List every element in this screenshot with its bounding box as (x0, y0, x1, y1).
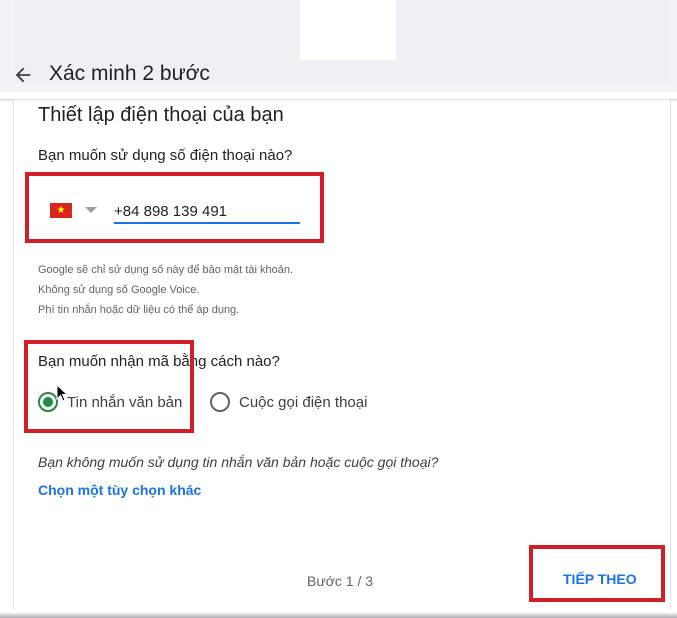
voice-call-radio[interactable] (210, 392, 230, 412)
phone-question: Bạn muốn sử dụng số điện thoại nào? (38, 147, 293, 164)
voice-call-radio-label[interactable]: Cuộc gọi điện thoại (239, 394, 367, 411)
phone-highlight-box (25, 172, 324, 243)
method-highlight-box (24, 340, 194, 433)
next-highlight-box (529, 545, 665, 602)
help-text-line: Phí tin nhắn hoặc dữ liệu có thể áp dụng… (38, 304, 240, 316)
banner-illustration (300, 0, 396, 60)
alternative-question: Bạn không muốn sử dụng tin nhắn văn bản … (38, 454, 439, 470)
bottom-edge (0, 612, 677, 618)
help-text-line: Không sử dụng số Google Voice. (38, 284, 200, 296)
section-title: Thiết lập điện thoại của bạn (38, 104, 284, 126)
help-text-line: Google sẽ chỉ sử dụng số này để bảo mật … (38, 264, 294, 276)
choose-other-option-link[interactable]: Chọn một tùy chọn khác (38, 482, 201, 498)
back-arrow-icon[interactable] (12, 64, 34, 86)
page-title: Xác minh 2 bước (49, 62, 210, 85)
page-header: Xác minh 2 bước (0, 52, 677, 98)
step-indicator: Bước 1 / 3 (307, 573, 374, 589)
